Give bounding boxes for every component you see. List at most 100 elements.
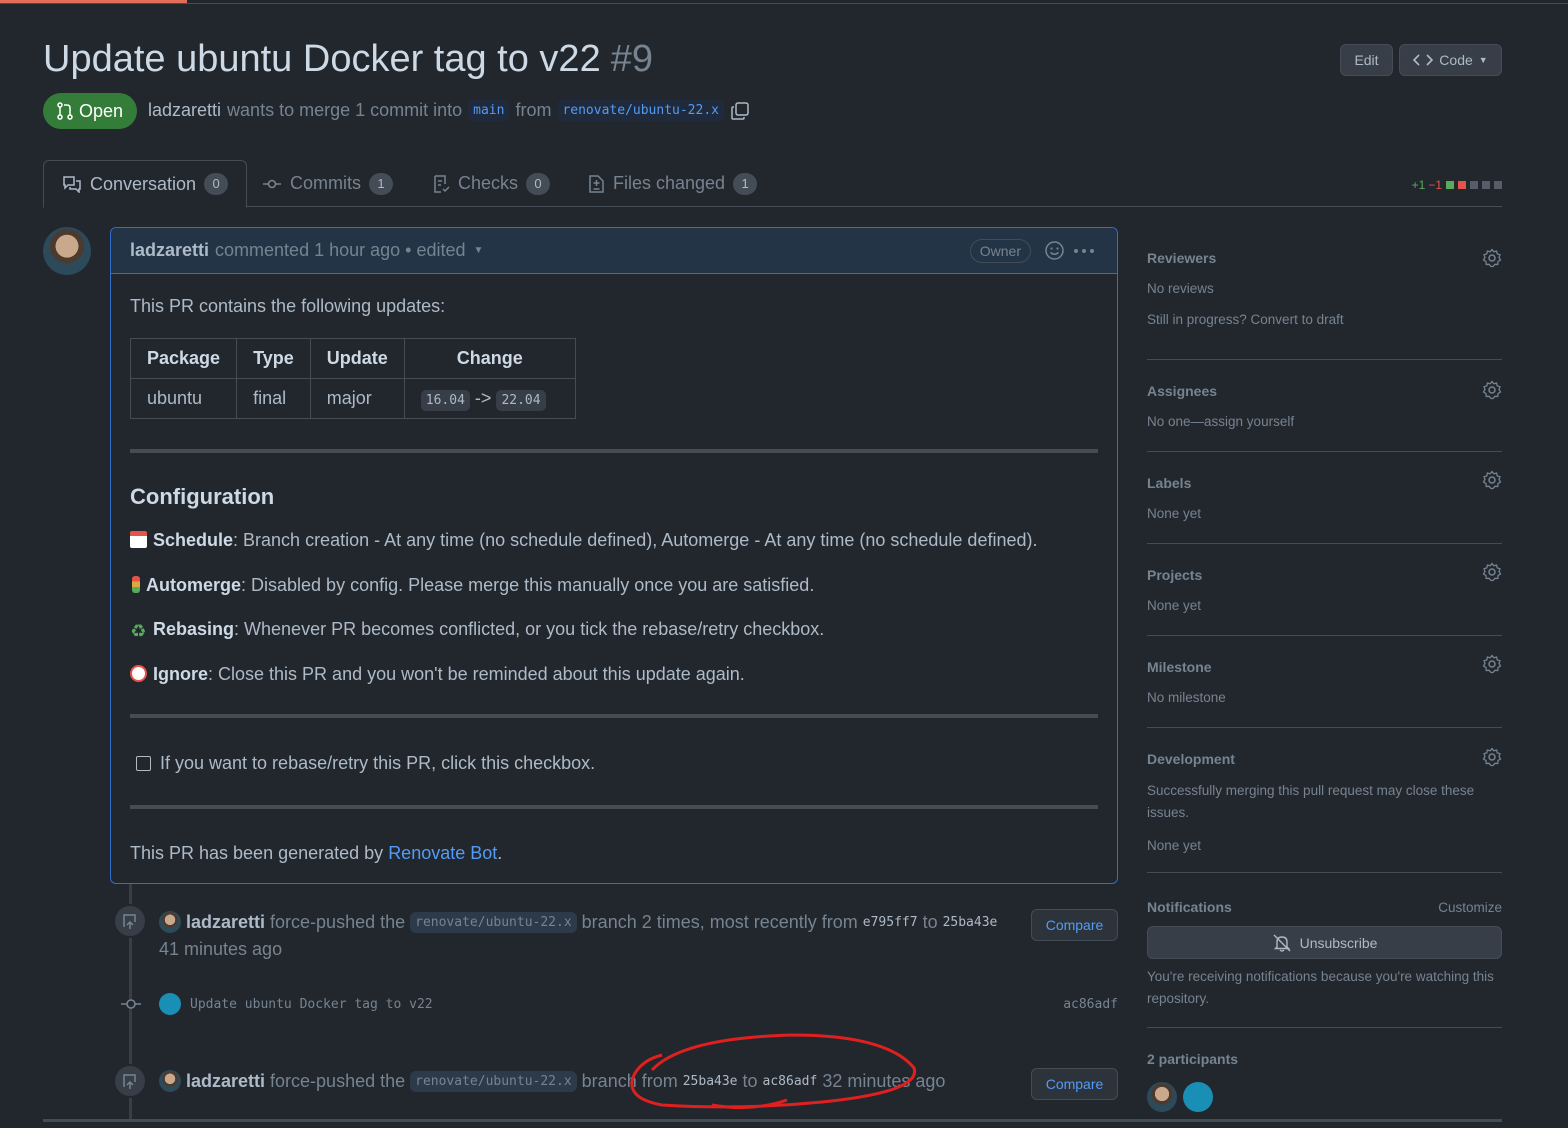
development-heading[interactable]: Development	[1147, 751, 1235, 767]
tab-commits-label: Commits	[290, 173, 361, 193]
labels-heading[interactable]: Labels	[1147, 475, 1191, 491]
head-branch[interactable]: renovate/ubuntu-22.x	[557, 100, 724, 121]
notifications-heading: Notifications	[1147, 899, 1232, 915]
commit-message[interactable]: Update ubuntu Docker tag to v22	[190, 997, 433, 1012]
assignees-heading[interactable]: Assignees	[1147, 383, 1217, 399]
footer-prefix: This PR has been generated by	[130, 843, 384, 863]
tab-conversation[interactable]: Conversation 0	[43, 160, 248, 208]
compare-button[interactable]: Compare	[1031, 909, 1118, 941]
recycle-icon: ♻	[130, 621, 147, 641]
comment-timestamp[interactable]: commented 1 hour ago	[215, 240, 400, 261]
commit-sha[interactable]: ac86adf	[1063, 997, 1118, 1012]
file-diff-icon	[589, 174, 604, 193]
avatar[interactable]	[159, 1070, 181, 1092]
bell-slash-icon	[1273, 934, 1291, 952]
loading-bar	[0, 0, 187, 3]
convert-to-draft-link[interactable]: Still in progress? Convert to draft	[1147, 309, 1344, 331]
tab-files-changed-label: Files changed	[613, 173, 726, 193]
base-branch[interactable]: main	[468, 100, 510, 121]
repo-push-icon	[113, 1064, 147, 1098]
diffstat-block-neutral	[1494, 181, 1502, 189]
unsubscribe-button[interactable]: Unsubscribe	[1147, 926, 1502, 959]
rebase-checkbox[interactable]	[136, 756, 151, 771]
diffstat-block-removed	[1458, 181, 1466, 189]
from-version: 16.04	[420, 390, 470, 411]
diffstat-block-added	[1446, 181, 1454, 189]
gear-icon[interactable]	[1482, 470, 1502, 490]
table-header: Package	[129, 338, 238, 379]
to-version: 22.04	[496, 390, 546, 411]
rebase-checkbox-line: If you want to rebase/retry this PR, cli…	[136, 753, 595, 774]
pr-author-link[interactable]: ladzaretti	[148, 100, 221, 121]
automerge-label: Automerge	[146, 575, 242, 595]
event-user[interactable]: ladzaretti	[186, 1071, 265, 1092]
diffstat-block-neutral	[1470, 181, 1478, 189]
pr-title-text: Update ubuntu Docker tag to v22	[43, 38, 601, 80]
event-branch[interactable]: renovate/ubuntu-22.x	[410, 1070, 577, 1092]
rebasing-line: ♻ Rebasing: Whenever PR becomes conflicte…	[130, 619, 824, 640]
sidebar-projects: Projects None yet	[1147, 544, 1502, 636]
sidebar-assignees: Assignees No one—assign yourself	[1147, 360, 1502, 452]
renovate-avatar[interactable]	[159, 993, 181, 1015]
divider	[130, 714, 1098, 718]
timeline-event-force-push: ladzaretti force-pushed the renovate/ubu…	[159, 911, 997, 933]
pr-description-comment: ladzaretti commented 1 hour ago • edited…	[110, 227, 1118, 884]
edit-button[interactable]: Edit	[1340, 44, 1393, 76]
author-avatar[interactable]	[43, 227, 91, 275]
top-border	[0, 0, 1568, 4]
reviewers-heading[interactable]: Reviewers	[1147, 250, 1216, 266]
tab-files-changed[interactable]: Files changed 1	[587, 160, 758, 207]
customize-link[interactable]: Customize	[1438, 897, 1502, 919]
gear-icon[interactable]	[1482, 248, 1502, 268]
event-time[interactable]: 41 minutes ago	[159, 939, 282, 960]
assign-yourself-link[interactable]: No one—assign yourself	[1147, 411, 1294, 433]
event-action: force-pushed the	[270, 1070, 406, 1091]
pr-merge-info: ladzaretti wants to merge 1 commit into …	[148, 100, 750, 121]
version-arrow: ->	[474, 388, 492, 408]
pr-tabs: Conversation 0 Commits 1 Checks 0 Files …	[43, 160, 1502, 208]
kebab-horizontal-icon[interactable]	[1073, 248, 1095, 254]
schedule-text: : Branch creation - At any time (no sche…	[233, 530, 1038, 550]
comment-edited[interactable]: • edited	[405, 240, 465, 261]
schedule-label: Schedule	[153, 530, 234, 550]
development-text: Successfully merging this pull request m…	[1147, 783, 1475, 820]
table-header: Type	[236, 338, 311, 379]
footer-line: This PR has been generated by Renovate B…	[130, 843, 502, 864]
sidebar-labels: Labels None yet	[1147, 452, 1502, 544]
edited-caret-icon[interactable]: ▼	[474, 245, 484, 256]
git-commit-icon	[121, 999, 141, 1009]
gear-icon[interactable]	[1482, 654, 1502, 674]
gear-icon[interactable]	[1482, 562, 1502, 582]
tab-commits[interactable]: Commits 1	[262, 160, 393, 207]
to-sha[interactable]: 25ba43e	[943, 915, 998, 930]
gear-icon[interactable]	[1482, 380, 1502, 400]
owner-badge: Owner	[969, 239, 1031, 263]
code-button[interactable]: Code ▼	[1399, 44, 1502, 76]
pr-title: Update ubuntu Docker tag to v22 #9	[43, 38, 653, 81]
compare-button[interactable]: Compare	[1031, 1068, 1118, 1100]
avatar[interactable]	[159, 911, 181, 933]
calendar-icon	[130, 531, 147, 548]
event-text: branch 2 times, most recently from	[581, 911, 858, 932]
code-icon	[1413, 54, 1434, 66]
event-user[interactable]: ladzaretti	[186, 912, 265, 933]
smiley-icon[interactable]	[1044, 240, 1065, 261]
gear-icon[interactable]	[1482, 747, 1502, 767]
event-branch[interactable]: renovate/ubuntu-22.x	[410, 911, 577, 933]
automerge-line: Automerge: Disabled by config. Please me…	[130, 575, 814, 596]
tab-checks-count: 0	[526, 172, 551, 195]
milestone-heading[interactable]: Milestone	[1147, 659, 1212, 675]
from-sha[interactable]: e795ff7	[863, 915, 918, 930]
tab-checks[interactable]: Checks 0	[432, 160, 551, 207]
tab-conversation-label: Conversation	[90, 173, 197, 194]
projects-heading[interactable]: Projects	[1147, 567, 1202, 583]
table-cell-package: ubuntu	[129, 378, 238, 419]
comment-author[interactable]: ladzaretti	[130, 240, 209, 261]
participant-avatar[interactable]	[1183, 1082, 1213, 1112]
notifications-reason: You're receiving notifications because y…	[1147, 969, 1494, 1006]
renovate-bot-link[interactable]: Renovate Bot	[388, 843, 497, 863]
ignore-label: Ignore	[153, 664, 209, 684]
participant-avatar[interactable]	[1147, 1082, 1177, 1112]
copy-icon[interactable]	[730, 101, 750, 121]
table-cell-change: 16.04 -> 22.04	[403, 378, 576, 419]
